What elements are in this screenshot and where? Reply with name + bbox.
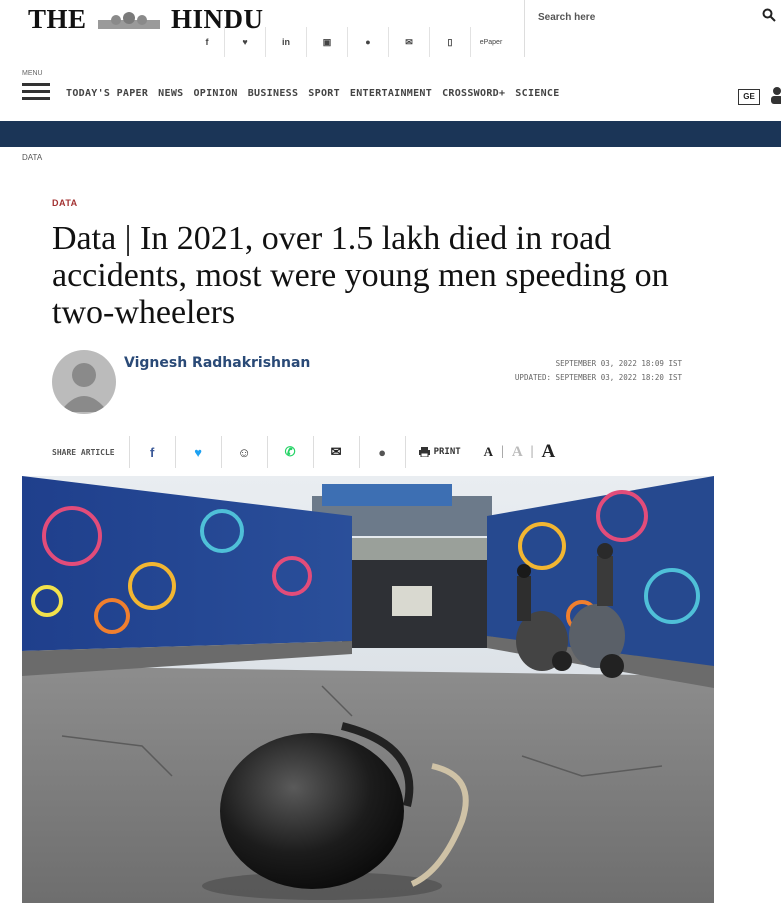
social-icon[interactable]: in (265, 27, 306, 57)
nav-item[interactable]: NEWS (158, 88, 183, 99)
print-label: PRINT (433, 447, 461, 457)
nav-item[interactable]: TODAY'S PAPER (66, 88, 148, 99)
logo-text-left: THE (28, 4, 87, 34)
avatar-placeholder-icon (60, 363, 108, 412)
user-icon[interactable] (770, 86, 781, 104)
social-icon[interactable]: ▯ (429, 27, 470, 57)
author-avatar (52, 350, 116, 414)
font-size-small[interactable]: A (484, 444, 493, 460)
logo-emblem-icon (97, 11, 160, 29)
share-bar: SHARE ARTICLE f ♥ ☺ ✆ ✉ ● PRINT A | A | A (52, 436, 692, 468)
search-input[interactable]: Search here (538, 12, 595, 23)
article-card: DATA Data | In 2021, over 1.5 lakh died … (22, 178, 714, 903)
search-icon[interactable] (762, 8, 776, 22)
facebook-icon[interactable]: f (128, 436, 175, 468)
section-label[interactable]: DATA (52, 198, 78, 208)
published-date: SEPTEMBER 03, 2022 18:09 IST (555, 359, 682, 368)
nav-item[interactable]: SPORT (308, 88, 340, 99)
email-icon[interactable]: ✉ (312, 436, 359, 468)
search-box[interactable]: Search here (524, 0, 781, 57)
epaper-icon[interactable]: GE (738, 89, 760, 105)
nav-item[interactable]: CROSSWORD+ (442, 88, 505, 99)
menu-label: MENU (22, 70, 43, 77)
nav-item[interactable]: OPINION (193, 88, 237, 99)
nav-band (0, 121, 781, 147)
print-button[interactable]: PRINT (404, 436, 474, 468)
social-icon[interactable]: ▣ (306, 27, 347, 57)
updated-date: UPDATED: SEPTEMBER 03, 2022 18:20 IST (514, 373, 682, 382)
article-headline: Data | In 2021, over 1.5 lakh died in ro… (52, 220, 669, 331)
font-size-large[interactable]: A (541, 441, 555, 463)
main-nav: TODAY'S PAPER NEWS OPINION BUSINESS SPORT ENT… (66, 88, 560, 99)
nav-item[interactable]: ENTERTAINMENT (350, 88, 432, 99)
epaper-link[interactable]: ePaper (470, 27, 511, 57)
font-size-medium[interactable]: A (512, 444, 523, 461)
site-header: THE HINDU f ♥ in ▣ ● ✉ ▯ ePaper Search here (0, 0, 781, 62)
printer-icon (418, 447, 430, 457)
social-icon[interactable]: ✉ (388, 27, 429, 57)
font-size-controls: A | A | A (484, 441, 556, 463)
social-icon[interactable]: f (190, 27, 224, 57)
twitter-icon[interactable]: ♥ (174, 436, 221, 468)
author-name[interactable]: Vignesh Radhakrishnan (124, 355, 310, 371)
separator: | (530, 444, 534, 459)
social-icon[interactable]: ● (347, 27, 388, 57)
social-icon[interactable]: ♥ (224, 27, 265, 57)
menu-hamburger-icon[interactable] (22, 83, 50, 101)
whatsapp-icon[interactable]: ✆ (266, 436, 313, 468)
reddit-icon[interactable]: ☺ (220, 436, 267, 468)
social-links: f ♥ in ▣ ● ✉ ▯ ePaper (190, 27, 511, 57)
nav-item[interactable]: SCIENCE (515, 88, 559, 99)
article-dates: SEPTEMBER 03, 2022 18:09 IST UPDATED: SE… (515, 357, 682, 385)
nav-item[interactable]: BUSINESS (248, 88, 299, 99)
share-buttons: f ♥ ☺ ✆ ✉ ● (128, 436, 405, 468)
hero-image (22, 476, 714, 903)
comment-icon[interactable]: ● (358, 436, 405, 468)
breadcrumb[interactable]: DATA (22, 153, 42, 162)
separator: | (501, 444, 504, 459)
share-label: SHARE ARTICLE (52, 447, 115, 457)
